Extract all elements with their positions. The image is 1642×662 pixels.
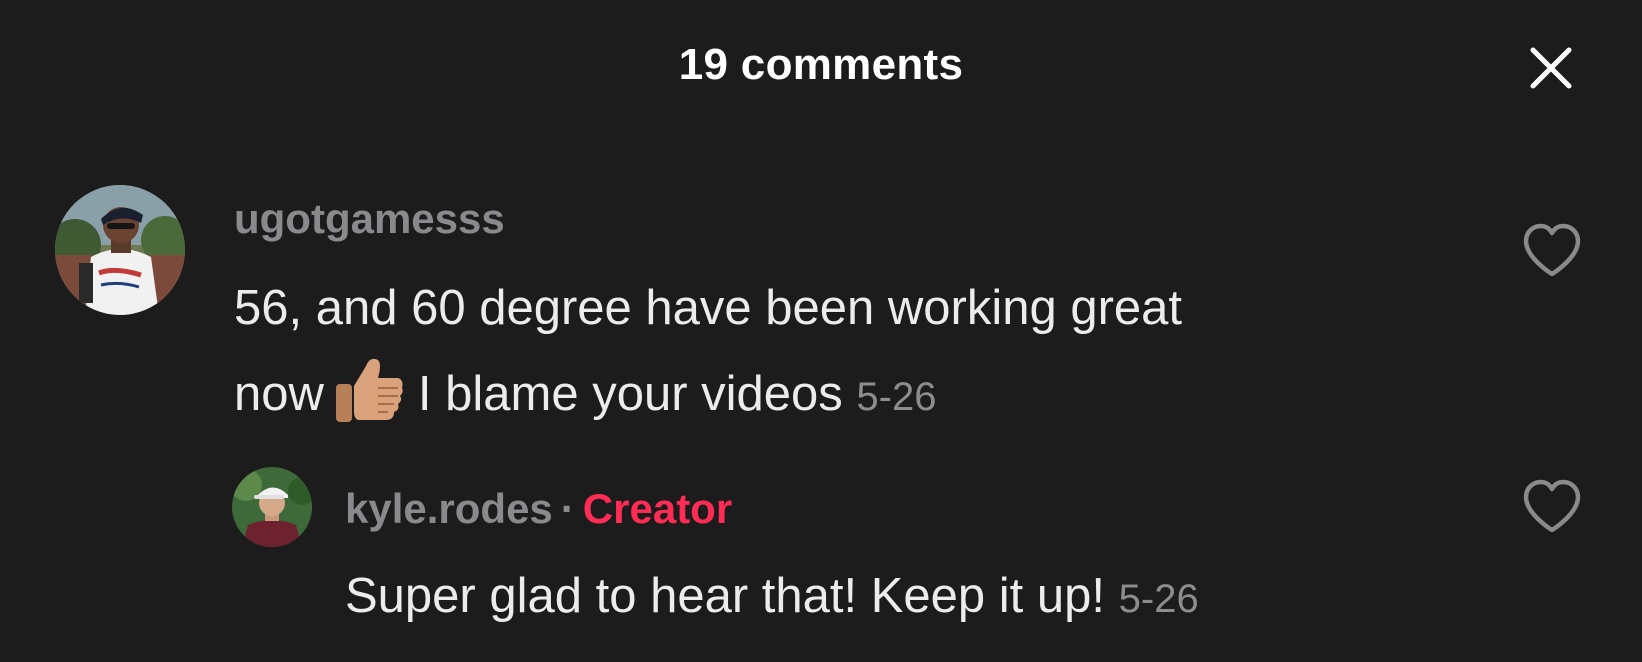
like-button[interactable] xyxy=(1520,478,1584,536)
reply-text: Super glad to hear that! Keep it up! 5-2… xyxy=(345,553,1199,642)
comment-text-line: 56, and 60 degree have been working grea… xyxy=(234,281,1183,335)
close-icon xyxy=(1530,47,1572,89)
separator-dot: · xyxy=(560,485,575,532)
heart-outline-icon xyxy=(1523,479,1581,533)
reply-timestamp: 5-26 xyxy=(1118,577,1199,621)
like-button[interactable] xyxy=(1520,222,1584,280)
user-avatar-icon xyxy=(55,185,185,315)
thumbs-up-emoji-icon xyxy=(332,352,406,426)
reply-username-row: kyle.rodes · Creator xyxy=(345,485,732,533)
comment-username[interactable]: ugotgamesss xyxy=(234,195,505,243)
avatar[interactable] xyxy=(232,467,312,547)
avatar[interactable] xyxy=(55,185,185,315)
comment-timestamp: 5-26 xyxy=(856,375,937,419)
comment-text: 56, and 60 degree have been working grea… xyxy=(234,265,1182,440)
reply-username[interactable]: kyle.rodes xyxy=(345,485,553,532)
close-button[interactable] xyxy=(1525,42,1577,94)
comment-text-line: now I blame your videos 5-26 xyxy=(234,351,1182,440)
heart-outline-icon xyxy=(1523,223,1581,277)
comments-count-title: 19 comments xyxy=(678,40,964,89)
creator-badge: Creator xyxy=(582,485,733,532)
comment-text-fragment: I blame your videos xyxy=(417,367,843,421)
user-avatar-icon xyxy=(232,467,312,547)
comment-text-fragment: now xyxy=(234,367,324,421)
comments-panel: 19 comments ugotgamesss 56, and 60 degre… xyxy=(0,0,1642,662)
reply-text-content: Super glad to hear that! Keep it up! xyxy=(345,569,1106,623)
